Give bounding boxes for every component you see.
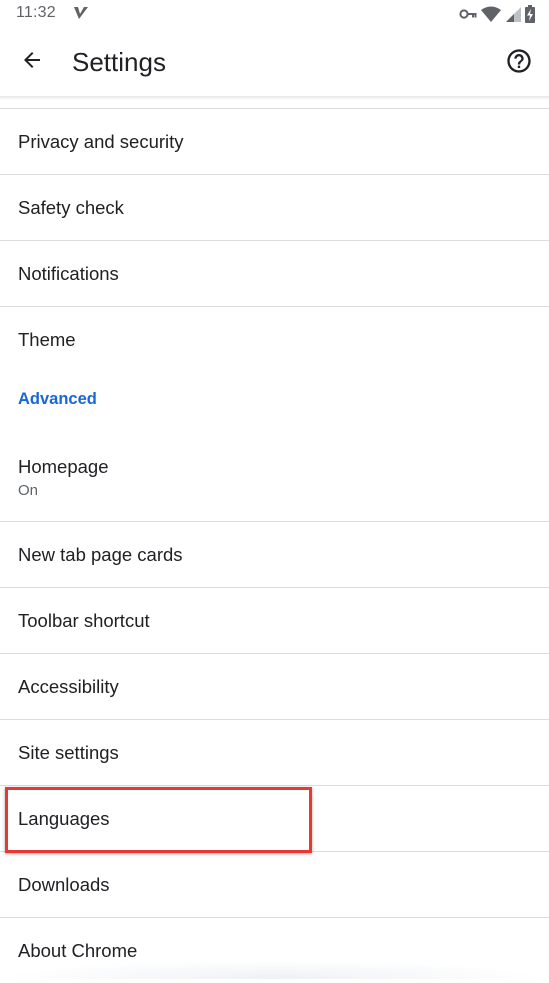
arrow-back-icon bbox=[20, 48, 44, 77]
help-button[interactable] bbox=[499, 43, 539, 83]
vpn-key-icon bbox=[459, 8, 477, 20]
settings-item-about-chrome[interactable]: About Chrome bbox=[0, 918, 549, 983]
status-time: 11:32 bbox=[16, 4, 56, 21]
settings-item-homepage[interactable]: Homepage On bbox=[0, 436, 549, 521]
settings-item-summary: On bbox=[18, 482, 39, 499]
settings-item-label: Site settings bbox=[18, 741, 119, 763]
settings-item-label: Theme bbox=[18, 328, 76, 350]
settings-item-label: New tab page cards bbox=[18, 543, 183, 565]
section-header-label: Advanced bbox=[18, 390, 97, 408]
back-button[interactable] bbox=[12, 42, 52, 82]
battery-charging-icon bbox=[525, 5, 535, 23]
settings-item-privacy-and-security[interactable]: Privacy and security bbox=[0, 109, 549, 174]
settings-item-theme[interactable]: Theme bbox=[0, 307, 549, 372]
settings-item-label: Safety check bbox=[18, 196, 124, 218]
help-circle-icon bbox=[505, 47, 533, 80]
notification-v-icon bbox=[72, 5, 90, 21]
settings-list: Privacy and security Safety check Notifi… bbox=[0, 108, 549, 983]
settings-item-label: Toolbar shortcut bbox=[18, 609, 150, 631]
page-title: Settings bbox=[72, 47, 166, 77]
status-bar: 11:32 bbox=[0, 0, 549, 28]
app-bar-shadow bbox=[0, 96, 549, 100]
cell-signal-icon bbox=[505, 6, 521, 22]
settings-item-downloads[interactable]: Downloads bbox=[0, 852, 549, 917]
section-header-advanced: Advanced bbox=[0, 372, 549, 436]
settings-item-label: Privacy and security bbox=[18, 130, 184, 152]
settings-item-safety-check[interactable]: Safety check bbox=[0, 175, 549, 240]
settings-item-toolbar-shortcut[interactable]: Toolbar shortcut bbox=[0, 588, 549, 653]
status-icons bbox=[459, 5, 535, 23]
app-bar: Settings bbox=[0, 28, 549, 98]
settings-item-label: Homepage bbox=[18, 456, 109, 477]
settings-item-label: About Chrome bbox=[18, 939, 138, 961]
wifi-icon bbox=[481, 6, 501, 22]
settings-item-accessibility[interactable]: Accessibility bbox=[0, 654, 549, 719]
settings-item-label: Languages bbox=[18, 807, 110, 829]
settings-item-label: Accessibility bbox=[18, 675, 119, 697]
settings-item-label: Downloads bbox=[18, 873, 110, 895]
settings-item-notifications[interactable]: Notifications bbox=[0, 241, 549, 306]
settings-item-languages[interactable]: Languages bbox=[0, 786, 549, 851]
settings-item-site-settings[interactable]: Site settings bbox=[0, 720, 549, 785]
settings-item-label: Notifications bbox=[18, 262, 119, 284]
settings-item-new-tab-page-cards[interactable]: New tab page cards bbox=[0, 522, 549, 587]
